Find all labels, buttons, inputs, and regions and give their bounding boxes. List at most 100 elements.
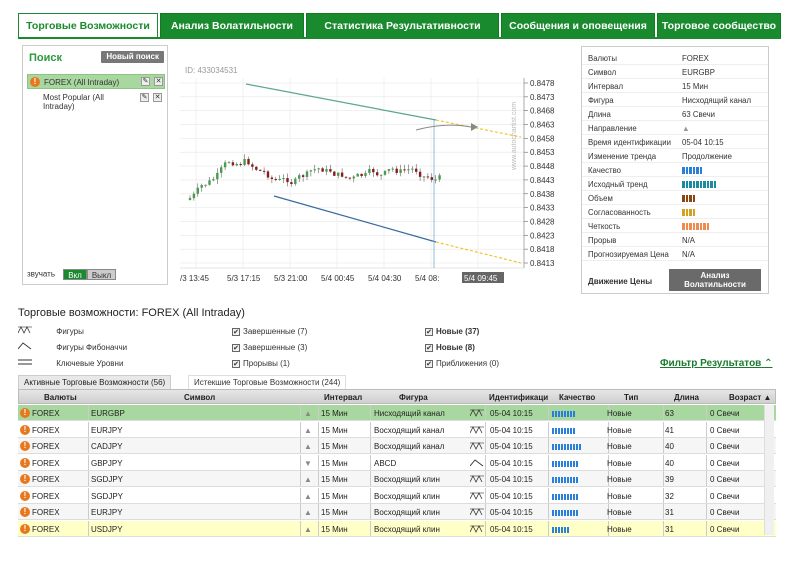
header-length[interactable]: Длина <box>674 393 699 402</box>
cell-direction: ▲ <box>304 524 312 534</box>
tab-volatility-analysis[interactable]: Анализ Волатильности <box>160 13 304 37</box>
alert-icon: ! <box>20 490 30 501</box>
header-interval[interactable]: Интервал <box>324 393 362 402</box>
cell-interval: 15 Мин <box>321 458 348 468</box>
candle-body <box>376 172 379 176</box>
candle-body <box>340 172 344 177</box>
header-identification[interactable]: Идентификаци <box>489 393 548 402</box>
checkbox[interactable]: ✔ <box>425 327 433 336</box>
checkbox[interactable]: ✔ <box>232 327 240 336</box>
candle-body <box>430 177 433 180</box>
candle-body <box>403 169 406 171</box>
edit-icon[interactable]: ✎ <box>140 93 149 102</box>
price-tick-label: 0.8473 <box>530 93 555 102</box>
tab-messages-alerts[interactable]: Сообщения и оповещения <box>501 13 655 37</box>
subtab-active-opportunities[interactable]: Активные Торговые Возможности (56) <box>18 375 172 389</box>
table-row[interactable]: ! FOREX CADJPY ▲ 15 Мин Восходящий канал 05-04… <box>18 438 776 454</box>
alert-icon: ! <box>20 507 30 517</box>
candle-body <box>317 168 320 170</box>
delete-icon[interactable]: ✕ <box>154 77 163 86</box>
header-quality[interactable]: Качество <box>559 393 595 402</box>
alert-cell: ! <box>20 408 30 418</box>
filter-completed-fib[interactable]: ✔ Завершенные (3) <box>232 343 307 352</box>
checkbox[interactable]: ✔ <box>232 359 240 368</box>
info-row: Качество <box>582 163 768 177</box>
table-scrollbar[interactable] <box>764 405 774 535</box>
filter-new-figures[interactable]: ✔ Новые (37) <box>425 327 479 336</box>
alert-cell: ! <box>20 457 30 468</box>
filter-approaches[interactable]: ✔ Приближения (0) <box>425 359 499 368</box>
candle-body <box>262 170 266 172</box>
delete-icon[interactable]: ✕ <box>153 93 162 102</box>
table-row[interactable]: ! FOREX SGDJPY ▲ 15 Мин Восходящий клин 05-04 … <box>18 487 776 504</box>
cell-identification: 05-04 10:15 <box>490 442 533 451</box>
candle-body <box>422 176 426 178</box>
candle-body <box>309 170 313 172</box>
sound-on-button[interactable]: Вкл <box>63 269 87 280</box>
header-age[interactable]: Возраст ▲ <box>729 393 771 402</box>
info-row: Символ EURGBP <box>582 65 768 79</box>
header-type[interactable]: Тип <box>624 393 638 402</box>
subtab-expired-opportunities[interactable]: Истекшие Торговые Возможности (244) <box>188 375 347 389</box>
alert-icon: ! <box>30 77 40 87</box>
candle-body <box>247 158 250 165</box>
checkbox[interactable]: ✔ <box>425 343 433 352</box>
header-symbol[interactable]: Символ <box>184 393 215 402</box>
cell-length: 41 <box>665 425 674 435</box>
tab-trading-community[interactable]: Торговое сообщество <box>657 13 781 37</box>
search-item-most-popular[interactable]: Most Popular (All Intraday) ✎ ✕ <box>27 91 165 113</box>
info-row: Четкость <box>582 219 768 233</box>
header-currency[interactable]: Валюты <box>44 393 77 402</box>
legend-label: Фигуры Фибоначчи <box>56 343 128 352</box>
cell-figure: Восходящий клин <box>374 491 440 501</box>
info-row: Изменение тренда Продолжение <box>582 149 768 163</box>
table-row[interactable]: ! FOREX USDJPY ▲ 15 Мин Восходящий клин 05-04 … <box>18 520 776 537</box>
cell-age: 0 Свечи <box>710 409 740 418</box>
candle-body <box>325 169 328 172</box>
cell-direction: ▲ <box>304 491 312 501</box>
tab-performance-stats[interactable]: Статистика Результативности <box>306 13 499 37</box>
table-row[interactable]: ! FOREX EURGBP ▲ 15 Мин Нисходящий канал 05-04… <box>18 405 776 421</box>
edit-icon[interactable]: ✎ <box>141 77 150 86</box>
tab-trading-opportunities[interactable]: Торговые Возможности <box>18 13 158 38</box>
candle-body <box>434 179 437 181</box>
price-tick-label: 0.8418 <box>530 245 555 254</box>
rating-bars <box>682 209 696 216</box>
table-row[interactable]: ! FOREX SGDJPY ▲ 15 Мин Восходящий клин 05-04 … <box>18 471 776 487</box>
table-row[interactable]: ! FOREX GBPJPY ▼ 15 Мин ABCD 05-04 10:15 Новые 4… <box>18 454 776 471</box>
header-figure[interactable]: Фигура <box>399 393 428 402</box>
cell-age: 0 Свечи <box>710 425 740 435</box>
checkbox[interactable]: ✔ <box>425 359 433 368</box>
cell-length: 40 <box>665 458 674 468</box>
projection-upper-line <box>435 119 522 138</box>
rating-bars <box>682 167 703 174</box>
table-header: Валюты Символ Интервал Фигура Идентифика… <box>18 389 776 404</box>
filter-completed-figures[interactable]: ✔ Завершенные (7) <box>232 327 307 336</box>
filter-results-link[interactable]: Фильтр Результатов ⌃ <box>660 358 773 369</box>
cell-interval: 15 Мин <box>321 491 348 501</box>
table-row[interactable]: ! FOREX EURJPY ▲ 15 Мин Восходящий клин 05-04 … <box>18 504 776 520</box>
search-item-forex-intraday[interactable]: ! FOREX (All Intraday) ✎ ✕ <box>27 74 165 89</box>
fibonacci-icon <box>469 458 484 469</box>
table-row[interactable]: ! FOREX EURJPY ▲ 15 Мин Восходящий канал 05-04… <box>18 421 776 438</box>
filter-breakouts[interactable]: ✔ Прорывы (1) <box>232 359 290 368</box>
candle-body <box>344 176 348 178</box>
volatility-analysis-button[interactable]: Анализ Волатильности <box>669 269 761 291</box>
new-search-button[interactable]: Новый поиск <box>101 51 164 63</box>
checkbox[interactable]: ✔ <box>232 343 240 352</box>
legend-fibonacci: Фигуры Фибоначчи <box>17 342 128 352</box>
price-chart[interactable]: 0.8478 0.8473 0.8468 0.8463 0.8458 0.8453 0.84… <box>176 60 568 290</box>
sound-off-button[interactable]: Выкл <box>86 269 117 280</box>
direction-arrow <box>415 124 472 131</box>
candle-body <box>426 176 430 178</box>
alert-icon: ! <box>20 441 30 451</box>
filter-link-label: Фильтр Результатов <box>660 358 762 369</box>
candle-body <box>333 171 336 176</box>
cell-type: Новые <box>607 524 632 534</box>
quality-bars <box>552 509 579 518</box>
candle-body <box>313 169 316 171</box>
filter-new-fib[interactable]: ✔ Новые (8) <box>425 343 475 352</box>
cell-type: Новые <box>607 508 632 517</box>
quality-bars <box>552 443 582 452</box>
pattern-icon <box>469 524 484 535</box>
